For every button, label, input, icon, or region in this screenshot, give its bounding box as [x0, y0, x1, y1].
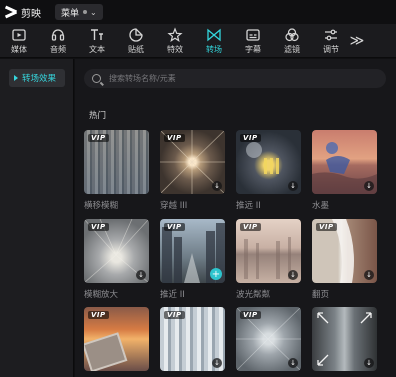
vip-badge: VIP: [164, 311, 185, 319]
transition-caption: 波光粼粼: [236, 290, 271, 300]
text-icon: [91, 29, 103, 40]
transition-caption: 翻页: [312, 290, 330, 300]
tab-label: 字幕: [245, 45, 261, 54]
transition-card[interactable]: VIP ↓: [236, 219, 301, 283]
sidebar-item-transition-effects[interactable]: 转场效果: [9, 69, 65, 87]
vip-badge: VIP: [316, 223, 337, 231]
capcut-logo-icon: [4, 5, 18, 19]
tab-filter[interactable]: 滤镜: [273, 24, 311, 58]
download-icon[interactable]: ↓: [364, 358, 374, 368]
subtitle-icon: [246, 29, 260, 41]
search-icon: [92, 74, 101, 83]
transition-caption: 横移模糊: [84, 201, 119, 211]
download-icon[interactable]: ↓: [288, 358, 298, 368]
menu-dot-icon: [83, 10, 88, 14]
transition-card[interactable]: VIP +: [160, 219, 225, 283]
transition-card[interactable]: ↓: [312, 307, 377, 371]
sidebar: 转场效果: [0, 59, 74, 377]
section-title: 热门: [89, 111, 107, 121]
tab-subtitle[interactable]: 字幕: [234, 24, 272, 58]
menu-label: 菜单: [61, 8, 80, 19]
category-toolbar: 媒体 音频 文本 贴纸 特效 转场 字幕 滤镜 调节 ≫: [0, 24, 396, 58]
tab-label: 滤镜: [284, 45, 300, 54]
transition-icon: [207, 28, 221, 42]
media-icon: [12, 29, 26, 41]
transition-caption: 推近 II: [160, 290, 185, 300]
transition-caption: 推远 II: [236, 201, 261, 211]
app-name: 剪映: [21, 8, 41, 20]
download-icon[interactable]: ↓: [364, 270, 374, 280]
download-icon[interactable]: ↓: [212, 181, 222, 191]
vip-badge: VIP: [240, 311, 261, 319]
transition-card[interactable]: VIP: [84, 130, 149, 194]
transition-card[interactable]: VIP ↓: [160, 130, 225, 194]
tab-audio[interactable]: 音频: [39, 24, 77, 58]
search-bar[interactable]: [84, 69, 386, 88]
app-logo: 剪映: [4, 5, 41, 20]
transition-card[interactable]: VIP ↓: [160, 307, 225, 371]
title-bar: 剪映 菜单 ⌄: [0, 0, 396, 24]
transition-card[interactable]: ↓: [312, 130, 377, 194]
transition-card[interactable]: VIP ↓: [312, 219, 377, 283]
download-icon[interactable]: ↓: [364, 181, 374, 191]
tab-sticker[interactable]: 贴纸: [117, 24, 155, 58]
tab-label: 贴纸: [128, 45, 144, 54]
vip-badge: VIP: [164, 223, 185, 231]
transition-caption: 穿越 III: [160, 201, 188, 211]
download-icon[interactable]: ↓: [288, 181, 298, 191]
vip-badge: VIP: [240, 134, 261, 142]
download-icon[interactable]: ↓: [136, 270, 146, 280]
tab-label: 转场: [206, 45, 222, 54]
menu-button[interactable]: 菜单 ⌄: [55, 4, 103, 20]
vip-badge: VIP: [164, 134, 185, 142]
tab-label: 特效: [167, 45, 183, 54]
tab-effects[interactable]: 特效: [156, 24, 194, 58]
sticker-icon: [129, 28, 143, 42]
chevron-down-icon: ⌄: [90, 7, 97, 17]
filter-icon: [285, 28, 299, 42]
tab-label: 调节: [323, 45, 339, 54]
caret-right-icon: [14, 75, 18, 81]
effects-icon: [167, 27, 183, 42]
more-tabs-icon[interactable]: ≫: [350, 24, 365, 58]
transition-card[interactable]: VIP: [84, 307, 149, 371]
sidebar-item-label: 转场效果: [22, 74, 57, 84]
tab-label: 音频: [50, 45, 66, 54]
transition-card[interactable]: VIP ↓: [236, 307, 301, 371]
tab-media[interactable]: 媒体: [0, 24, 38, 58]
tab-transition[interactable]: 转场: [195, 24, 233, 58]
download-icon[interactable]: ↓: [212, 358, 222, 368]
transition-caption: 水墨: [312, 201, 330, 211]
transition-panel: 热门 VIP 横移模糊 VIP ↓ 穿越 III VIP ↓ 推远 II ↓ 水…: [75, 59, 396, 377]
transition-card[interactable]: VIP ↓: [236, 130, 301, 194]
tab-label: 文本: [89, 45, 105, 54]
adjust-icon: [325, 29, 337, 41]
tab-adjust[interactable]: 调节: [312, 24, 350, 58]
search-input[interactable]: [109, 74, 369, 83]
add-icon[interactable]: +: [210, 268, 222, 280]
tab-text[interactable]: 文本: [78, 24, 116, 58]
transition-card[interactable]: VIP ↓: [84, 219, 149, 283]
vip-badge: VIP: [88, 311, 109, 319]
tab-label: 媒体: [11, 45, 27, 54]
vip-badge: VIP: [88, 134, 109, 142]
vip-badge: VIP: [240, 223, 261, 231]
transition-caption: 模糊放大: [84, 290, 119, 300]
download-icon[interactable]: ↓: [288, 270, 298, 280]
audio-icon: [51, 29, 65, 41]
vip-badge: VIP: [88, 223, 109, 231]
